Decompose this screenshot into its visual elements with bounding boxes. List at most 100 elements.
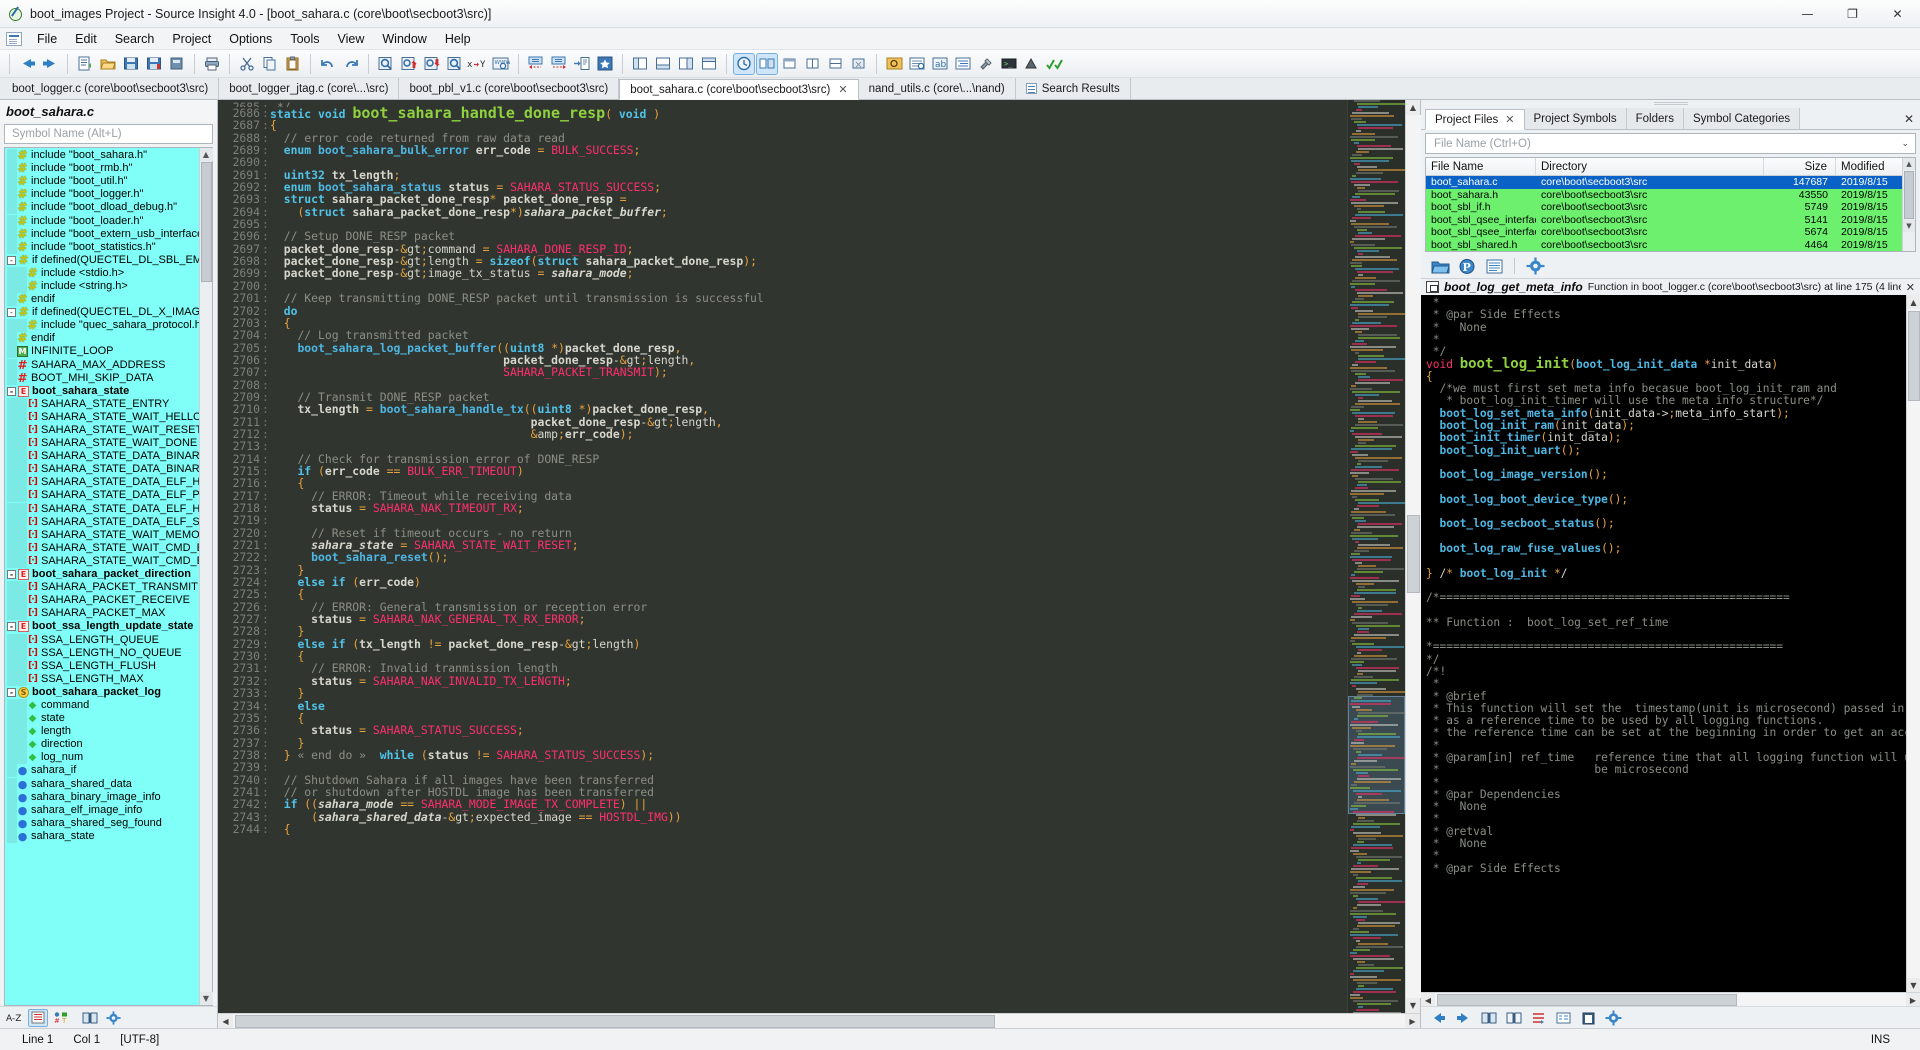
column-header-size[interactable]: Size [1764,158,1836,175]
forward-icon[interactable] [39,53,61,75]
symbol-list-item[interactable]: [·]SAHARA_STATE_WAIT_CMD_EXEC [5,541,199,555]
maximize-button[interactable]: ❐ [1830,0,1875,28]
code-line[interactable]: 2729: else if (tx_length != packet_done_… [218,637,1347,650]
close-all-windows-icon[interactable] [848,53,870,75]
menu-tools[interactable]: Tools [281,30,328,48]
scroll-thumb[interactable] [200,162,212,282]
code-line[interactable]: 2733: } [218,687,1347,700]
code-line[interactable]: 2736: status = SAHARA_STATUS_SUCCESS; [218,724,1347,737]
context-horizontal-scrollbar[interactable]: ◀ ▶ [1421,992,1920,1007]
symbol-list-item[interactable]: # include "boot_loader.h" [5,214,199,228]
symbol-list-item[interactable]: ◆ length [5,725,199,739]
table-row[interactable]: boot_sbl_shared.h core\boot\secboot3\src 4… [1426,238,1902,251]
code-line[interactable]: 2686: static void boot_sahara_handle_done… [218,106,1347,121]
project-files-scrollbar[interactable]: ▲ ▼ [1902,158,1915,251]
redo-icon[interactable] [340,53,362,75]
tab-close-icon[interactable]: ✕ [1505,113,1514,126]
scroll-down-icon[interactable]: ▼ [1405,998,1421,1013]
symbol-list-item[interactable]: [·]SAHARA_STATE_DATA_ELF_HASH_TBL [5,502,199,516]
symbol-list-item[interactable]: - Eboot_ssa_length_update_state [5,620,199,633]
restore-window-icon[interactable] [779,53,801,75]
symbol-list-scrollbar[interactable]: ▲ ▼ [199,148,213,1005]
project-window-icon[interactable] [698,53,720,75]
tree-toggle-icon[interactable]: - [7,570,16,580]
symbol-list-item[interactable]: # include "boot_dload_debug.h" [5,201,199,215]
symbol-list-item[interactable]: # include "boot_util.h" [5,175,199,189]
code-line[interactable]: 2710: tx_length = boot_sahara_handle_tx(… [218,403,1347,416]
tile-windows-icon[interactable] [802,53,824,75]
source-code-view[interactable]: 2685: */2686:static void boot_sahara_han… [218,100,1347,1013]
column-header-file-name[interactable]: File Name [1426,158,1536,175]
scroll-track[interactable] [233,1014,1405,1028]
search-forward-icon[interactable] [421,53,443,75]
symbol-list-item[interactable]: # include "boot_statistics.h" [5,240,199,254]
table-row[interactable]: boot_sbl_if.h core\boot\secboot3\src 5749 2… [1426,201,1902,214]
bookmark-icon[interactable] [594,53,616,75]
run-command-icon[interactable]: >_ [998,53,1020,75]
paste-icon[interactable] [282,53,304,75]
symbol-list-item[interactable]: # include <stdio.h> [5,266,199,280]
back-icon[interactable] [1429,1009,1448,1027]
editor-horizontal-scrollbar[interactable]: ◀ ▶ [218,1013,1420,1029]
code-line[interactable]: 2743: (sahara_shared_data-&gt;expected_i… [218,810,1347,823]
save-icon[interactable] [120,53,142,75]
tab-project-files[interactable]: Project Files ✕ [1425,109,1525,130]
scroll-up-icon[interactable]: ▲ [1405,100,1421,115]
scroll-thumb[interactable] [1904,171,1914,219]
book-icon[interactable] [1479,1009,1498,1027]
tab-project-symbols[interactable]: Project Symbols [1524,108,1627,129]
references-icon[interactable] [906,53,928,75]
symbol-list-item[interactable]: [·]SAHARA_STATE_DATA_ELF_PROG_HDR [5,489,199,503]
symbol-list-item[interactable]: [·]SAHARA_STATE_DATA_ELF_SEGMENT [5,515,199,529]
symbol-list-item[interactable]: # endif [5,293,199,307]
symbol-search-input[interactable] [10,127,207,141]
symbol-list-item[interactable]: ● sahara_shared_seg_found [5,816,199,830]
symbol-list-item[interactable]: [·]SAHARA_STATE_WAIT_MEMORY_RE [5,528,199,542]
symbol-list-item[interactable]: ● sahara_state [5,829,199,843]
tab-boot-sahara-c[interactable]: boot_sahara.c (core\boot\secboot3\src) ✕ [619,79,859,100]
relation-icon[interactable] [1529,1009,1548,1027]
menu-search[interactable]: Search [106,30,164,48]
scroll-track[interactable] [1435,993,1906,1006]
symbol-list-item[interactable]: ● sahara_if [5,764,199,778]
tab-nand-utils-c[interactable]: nand_utils.c (core\...\nand) [858,78,1016,99]
tree-toggle-icon[interactable]: - [7,687,16,697]
code-minimap[interactable] [1347,100,1405,1013]
jump-forward-icon[interactable] [548,53,570,75]
symbol-search-box[interactable] [4,124,213,144]
book-icon[interactable] [80,1009,100,1027]
column-header-directory[interactable]: Directory [1536,158,1764,175]
code-line[interactable]: 2732: status = SAHARA_NAK_INVALID_TX_LEN… [218,674,1347,687]
code-line[interactable]: 2724: else if (err_code) [218,576,1347,589]
code-line[interactable]: 2727: status = SAHARA_NAK_GENERAL_TX_RX_… [218,613,1347,626]
scroll-down-icon[interactable]: ▼ [1903,220,1915,232]
scroll-track[interactable] [1405,115,1421,998]
clock-history-icon[interactable] [733,52,755,75]
scroll-thumb[interactable] [1406,515,1420,593]
symbol-list-item[interactable]: M INFINITE_LOOP [5,345,199,359]
symbol-list-item[interactable]: # include "boot_extern_usb_interface.h" [5,227,199,241]
copy-icon[interactable] [259,53,281,75]
tree-toggle-icon[interactable]: - [7,622,16,632]
symbol-list-item[interactable]: ● sahara_shared_data [5,777,199,791]
close-file-icon[interactable] [166,53,188,75]
tab-boot-pbl-v1-c[interactable]: boot_pbl_v1.c (core\boot\secboot3\src) [399,78,620,99]
symbol-list-item[interactable]: [·]SAHARA_STATE_WAIT_HELLO_RESP [5,410,199,424]
table-row[interactable]: boot_sahara.c core\boot\secboot3\src 14768… [1426,176,1902,189]
symbol-list-item[interactable]: # include <string.h> [5,279,199,293]
context-vertical-scrollbar[interactable]: ▲ ▼ [1906,295,1920,992]
scroll-right-icon[interactable]: ▶ [1405,1014,1420,1029]
symbol-list-item[interactable]: ● sahara_elf_image_info [5,803,199,817]
symbol-list-item[interactable]: [·] SAHARA_PACKET_MAX [5,607,199,621]
editor-vertical-scrollbar[interactable]: ▲ ▼ [1405,100,1421,1013]
file-name-filter-input[interactable] [1432,136,1902,151]
scroll-right-icon[interactable]: ▶ [1906,993,1920,1007]
new-file-icon[interactable] [74,53,96,75]
symbol-list-item[interactable]: [·]SAHARA_STATE_WAIT_CMD_EXEC_D [5,554,199,568]
forward-icon[interactable] [1454,1009,1473,1027]
save-all-icon[interactable] [143,53,165,75]
clipboard-icon[interactable] [1579,1009,1598,1027]
symbol-list-item[interactable]: # endif [5,332,199,346]
replace-icon[interactable]: xY [467,53,489,75]
search-icon[interactable] [375,53,397,75]
